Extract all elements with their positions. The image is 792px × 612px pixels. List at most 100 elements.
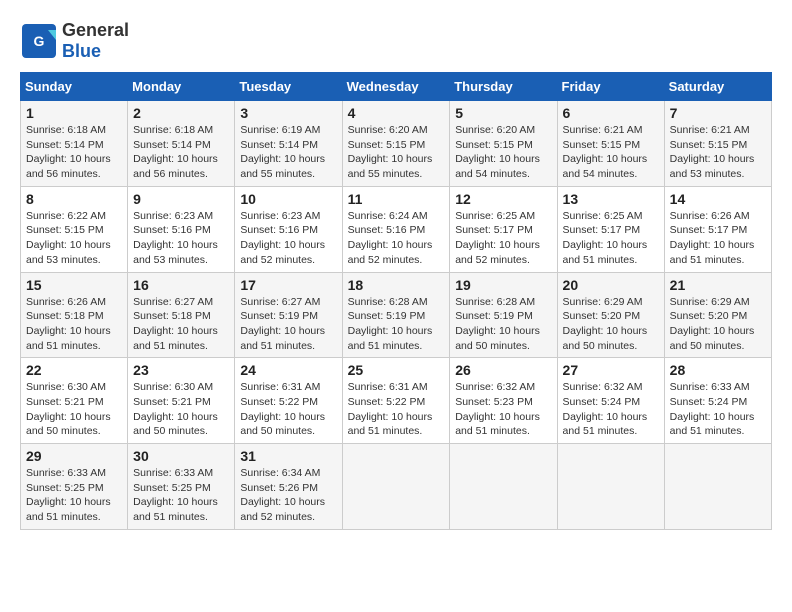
day-info: Sunrise: 6:30 AMSunset: 5:21 PMDaylight:… [133,381,218,437]
calendar-cell [664,444,771,530]
calendar-cell: 19 Sunrise: 6:28 AMSunset: 5:19 PMDaylig… [450,272,557,358]
day-info: Sunrise: 6:26 AMSunset: 5:18 PMDaylight:… [26,296,111,352]
day-info: Sunrise: 6:32 AMSunset: 5:23 PMDaylight:… [455,381,540,437]
day-number: 21 [670,277,766,293]
day-number: 24 [240,362,336,378]
weekday-header-tuesday: Tuesday [235,73,342,101]
day-number: 13 [563,191,659,207]
calendar-cell: 6 Sunrise: 6:21 AMSunset: 5:15 PMDayligh… [557,101,664,187]
day-info: Sunrise: 6:19 AMSunset: 5:14 PMDaylight:… [240,124,325,180]
day-info: Sunrise: 6:31 AMSunset: 5:22 PMDaylight:… [348,381,433,437]
calendar-cell: 11 Sunrise: 6:24 AMSunset: 5:16 PMDaylig… [342,186,450,272]
day-number: 28 [670,362,766,378]
day-info: Sunrise: 6:27 AMSunset: 5:19 PMDaylight:… [240,296,325,352]
day-info: Sunrise: 6:30 AMSunset: 5:21 PMDaylight:… [26,381,111,437]
logo-general: General [62,20,129,41]
calendar-cell: 17 Sunrise: 6:27 AMSunset: 5:19 PMDaylig… [235,272,342,358]
calendar-cell: 15 Sunrise: 6:26 AMSunset: 5:18 PMDaylig… [21,272,128,358]
logo-icon: G [20,22,58,60]
calendar-cell: 16 Sunrise: 6:27 AMSunset: 5:18 PMDaylig… [128,272,235,358]
day-number: 29 [26,448,122,464]
day-number: 15 [26,277,122,293]
day-info: Sunrise: 6:23 AMSunset: 5:16 PMDaylight:… [133,210,218,266]
calendar-cell: 1 Sunrise: 6:18 AMSunset: 5:14 PMDayligh… [21,101,128,187]
day-number: 2 [133,105,229,121]
day-info: Sunrise: 6:33 AMSunset: 5:24 PMDaylight:… [670,381,755,437]
calendar-cell: 28 Sunrise: 6:33 AMSunset: 5:24 PMDaylig… [664,358,771,444]
calendar-cell: 5 Sunrise: 6:20 AMSunset: 5:15 PMDayligh… [450,101,557,187]
calendar-cell: 20 Sunrise: 6:29 AMSunset: 5:20 PMDaylig… [557,272,664,358]
day-number: 16 [133,277,229,293]
calendar-week-4: 22 Sunrise: 6:30 AMSunset: 5:21 PMDaylig… [21,358,772,444]
calendar-cell: 10 Sunrise: 6:23 AMSunset: 5:16 PMDaylig… [235,186,342,272]
day-info: Sunrise: 6:23 AMSunset: 5:16 PMDaylight:… [240,210,325,266]
day-info: Sunrise: 6:21 AMSunset: 5:15 PMDaylight:… [670,124,755,180]
day-info: Sunrise: 6:21 AMSunset: 5:15 PMDaylight:… [563,124,648,180]
day-info: Sunrise: 6:27 AMSunset: 5:18 PMDaylight:… [133,296,218,352]
day-number: 12 [455,191,551,207]
day-number: 11 [348,191,445,207]
calendar-cell: 27 Sunrise: 6:32 AMSunset: 5:24 PMDaylig… [557,358,664,444]
svg-text:G: G [34,33,45,49]
page-header: G General Blue [20,20,772,62]
day-number: 31 [240,448,336,464]
day-number: 26 [455,362,551,378]
day-number: 27 [563,362,659,378]
day-info: Sunrise: 6:28 AMSunset: 5:19 PMDaylight:… [455,296,540,352]
calendar-cell [450,444,557,530]
calendar-table: SundayMondayTuesdayWednesdayThursdayFrid… [20,72,772,530]
calendar-cell: 7 Sunrise: 6:21 AMSunset: 5:15 PMDayligh… [664,101,771,187]
day-info: Sunrise: 6:31 AMSunset: 5:22 PMDaylight:… [240,381,325,437]
calendar-cell: 13 Sunrise: 6:25 AMSunset: 5:17 PMDaylig… [557,186,664,272]
day-info: Sunrise: 6:25 AMSunset: 5:17 PMDaylight:… [455,210,540,266]
calendar-week-3: 15 Sunrise: 6:26 AMSunset: 5:18 PMDaylig… [21,272,772,358]
day-number: 22 [26,362,122,378]
logo-text-block: General Blue [62,20,129,62]
weekday-header-monday: Monday [128,73,235,101]
calendar-cell: 29 Sunrise: 6:33 AMSunset: 5:25 PMDaylig… [21,444,128,530]
day-info: Sunrise: 6:22 AMSunset: 5:15 PMDaylight:… [26,210,111,266]
day-number: 19 [455,277,551,293]
calendar-cell: 12 Sunrise: 6:25 AMSunset: 5:17 PMDaylig… [450,186,557,272]
calendar-cell [342,444,450,530]
weekday-header-row: SundayMondayTuesdayWednesdayThursdayFrid… [21,73,772,101]
day-number: 25 [348,362,445,378]
day-number: 8 [26,191,122,207]
calendar-cell [557,444,664,530]
day-info: Sunrise: 6:26 AMSunset: 5:17 PMDaylight:… [670,210,755,266]
day-info: Sunrise: 6:28 AMSunset: 5:19 PMDaylight:… [348,296,433,352]
logo-blue: Blue [62,41,101,62]
day-info: Sunrise: 6:29 AMSunset: 5:20 PMDaylight:… [670,296,755,352]
calendar-week-1: 1 Sunrise: 6:18 AMSunset: 5:14 PMDayligh… [21,101,772,187]
calendar-cell: 24 Sunrise: 6:31 AMSunset: 5:22 PMDaylig… [235,358,342,444]
day-number: 6 [563,105,659,121]
calendar-cell: 2 Sunrise: 6:18 AMSunset: 5:14 PMDayligh… [128,101,235,187]
weekday-header-wednesday: Wednesday [342,73,450,101]
day-number: 30 [133,448,229,464]
day-number: 10 [240,191,336,207]
day-info: Sunrise: 6:18 AMSunset: 5:14 PMDaylight:… [133,124,218,180]
calendar-cell: 9 Sunrise: 6:23 AMSunset: 5:16 PMDayligh… [128,186,235,272]
day-number: 4 [348,105,445,121]
calendar-cell: 18 Sunrise: 6:28 AMSunset: 5:19 PMDaylig… [342,272,450,358]
day-number: 5 [455,105,551,121]
day-number: 17 [240,277,336,293]
day-number: 7 [670,105,766,121]
weekday-header-thursday: Thursday [450,73,557,101]
calendar-cell: 4 Sunrise: 6:20 AMSunset: 5:15 PMDayligh… [342,101,450,187]
day-info: Sunrise: 6:20 AMSunset: 5:15 PMDaylight:… [455,124,540,180]
calendar-cell: 30 Sunrise: 6:33 AMSunset: 5:25 PMDaylig… [128,444,235,530]
calendar-cell: 22 Sunrise: 6:30 AMSunset: 5:21 PMDaylig… [21,358,128,444]
calendar-week-2: 8 Sunrise: 6:22 AMSunset: 5:15 PMDayligh… [21,186,772,272]
calendar-cell: 8 Sunrise: 6:22 AMSunset: 5:15 PMDayligh… [21,186,128,272]
day-number: 3 [240,105,336,121]
day-info: Sunrise: 6:33 AMSunset: 5:25 PMDaylight:… [133,467,218,523]
day-info: Sunrise: 6:34 AMSunset: 5:26 PMDaylight:… [240,467,325,523]
day-info: Sunrise: 6:29 AMSunset: 5:20 PMDaylight:… [563,296,648,352]
calendar-cell: 21 Sunrise: 6:29 AMSunset: 5:20 PMDaylig… [664,272,771,358]
calendar-cell: 23 Sunrise: 6:30 AMSunset: 5:21 PMDaylig… [128,358,235,444]
day-info: Sunrise: 6:25 AMSunset: 5:17 PMDaylight:… [563,210,648,266]
day-number: 23 [133,362,229,378]
day-info: Sunrise: 6:18 AMSunset: 5:14 PMDaylight:… [26,124,111,180]
day-number: 20 [563,277,659,293]
